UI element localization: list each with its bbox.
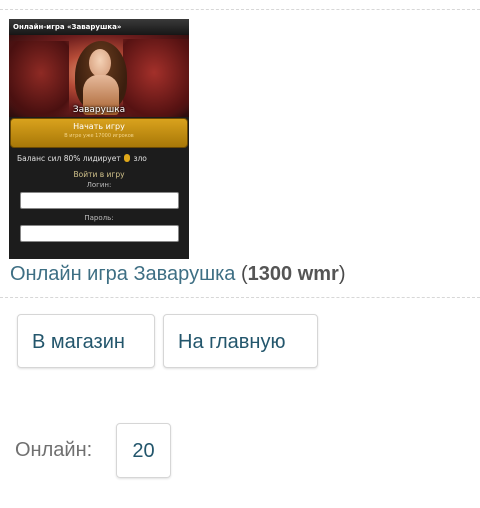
- online-count-badge: 20: [116, 423, 171, 478]
- product-title: Онлайн игра Заварушка (1300 wmr): [10, 262, 345, 286]
- thumbnail-login-label: Логин:: [86, 181, 112, 189]
- thumbnail-artwork: Заварушка: [9, 35, 189, 117]
- top-divider: [0, 9, 480, 10]
- thumbnail-login-field: [19, 192, 179, 209]
- thumbnail-start-label: Начать игру: [73, 122, 125, 131]
- thumbnail-balance: Баланс сил 80% лидирует зло: [9, 148, 189, 170]
- product-thumbnail[interactable]: Онлайн-игра «Заварушка» Заварушка Начать…: [9, 19, 189, 259]
- middle-divider: [0, 297, 480, 298]
- product-price: 1300 wmr: [247, 263, 339, 285]
- thumbnail-header: Онлайн-игра «Заварушка»: [9, 19, 189, 35]
- thumbnail-password-field: [19, 225, 179, 242]
- thumbnail-password-label: Пароль:: [84, 214, 114, 222]
- thumbnail-start-button: Начать игру В игре уже 17000 игроков: [10, 118, 188, 148]
- evil-faction-icon: [124, 154, 131, 162]
- thumbnail-start-subtext: В игре уже 17000 игроков: [64, 133, 134, 139]
- thumbnail-art-title: Заварушка: [72, 105, 126, 115]
- thumbnail-balance-text: Баланс сил 80% лидирует: [17, 154, 121, 163]
- thumbnail-login-heading: Войти в игру: [73, 170, 125, 179]
- product-title-link[interactable]: Онлайн игра Заварушка: [10, 263, 235, 285]
- heroine-face-image: [89, 49, 111, 77]
- close-paren: ): [338, 263, 346, 285]
- open-paren: (: [235, 263, 248, 285]
- shop-button[interactable]: В магазин: [17, 314, 155, 368]
- online-label: Онлайн:: [15, 439, 93, 461]
- thumbnail-balance-side: зло: [133, 154, 147, 163]
- home-button[interactable]: На главную: [163, 314, 318, 368]
